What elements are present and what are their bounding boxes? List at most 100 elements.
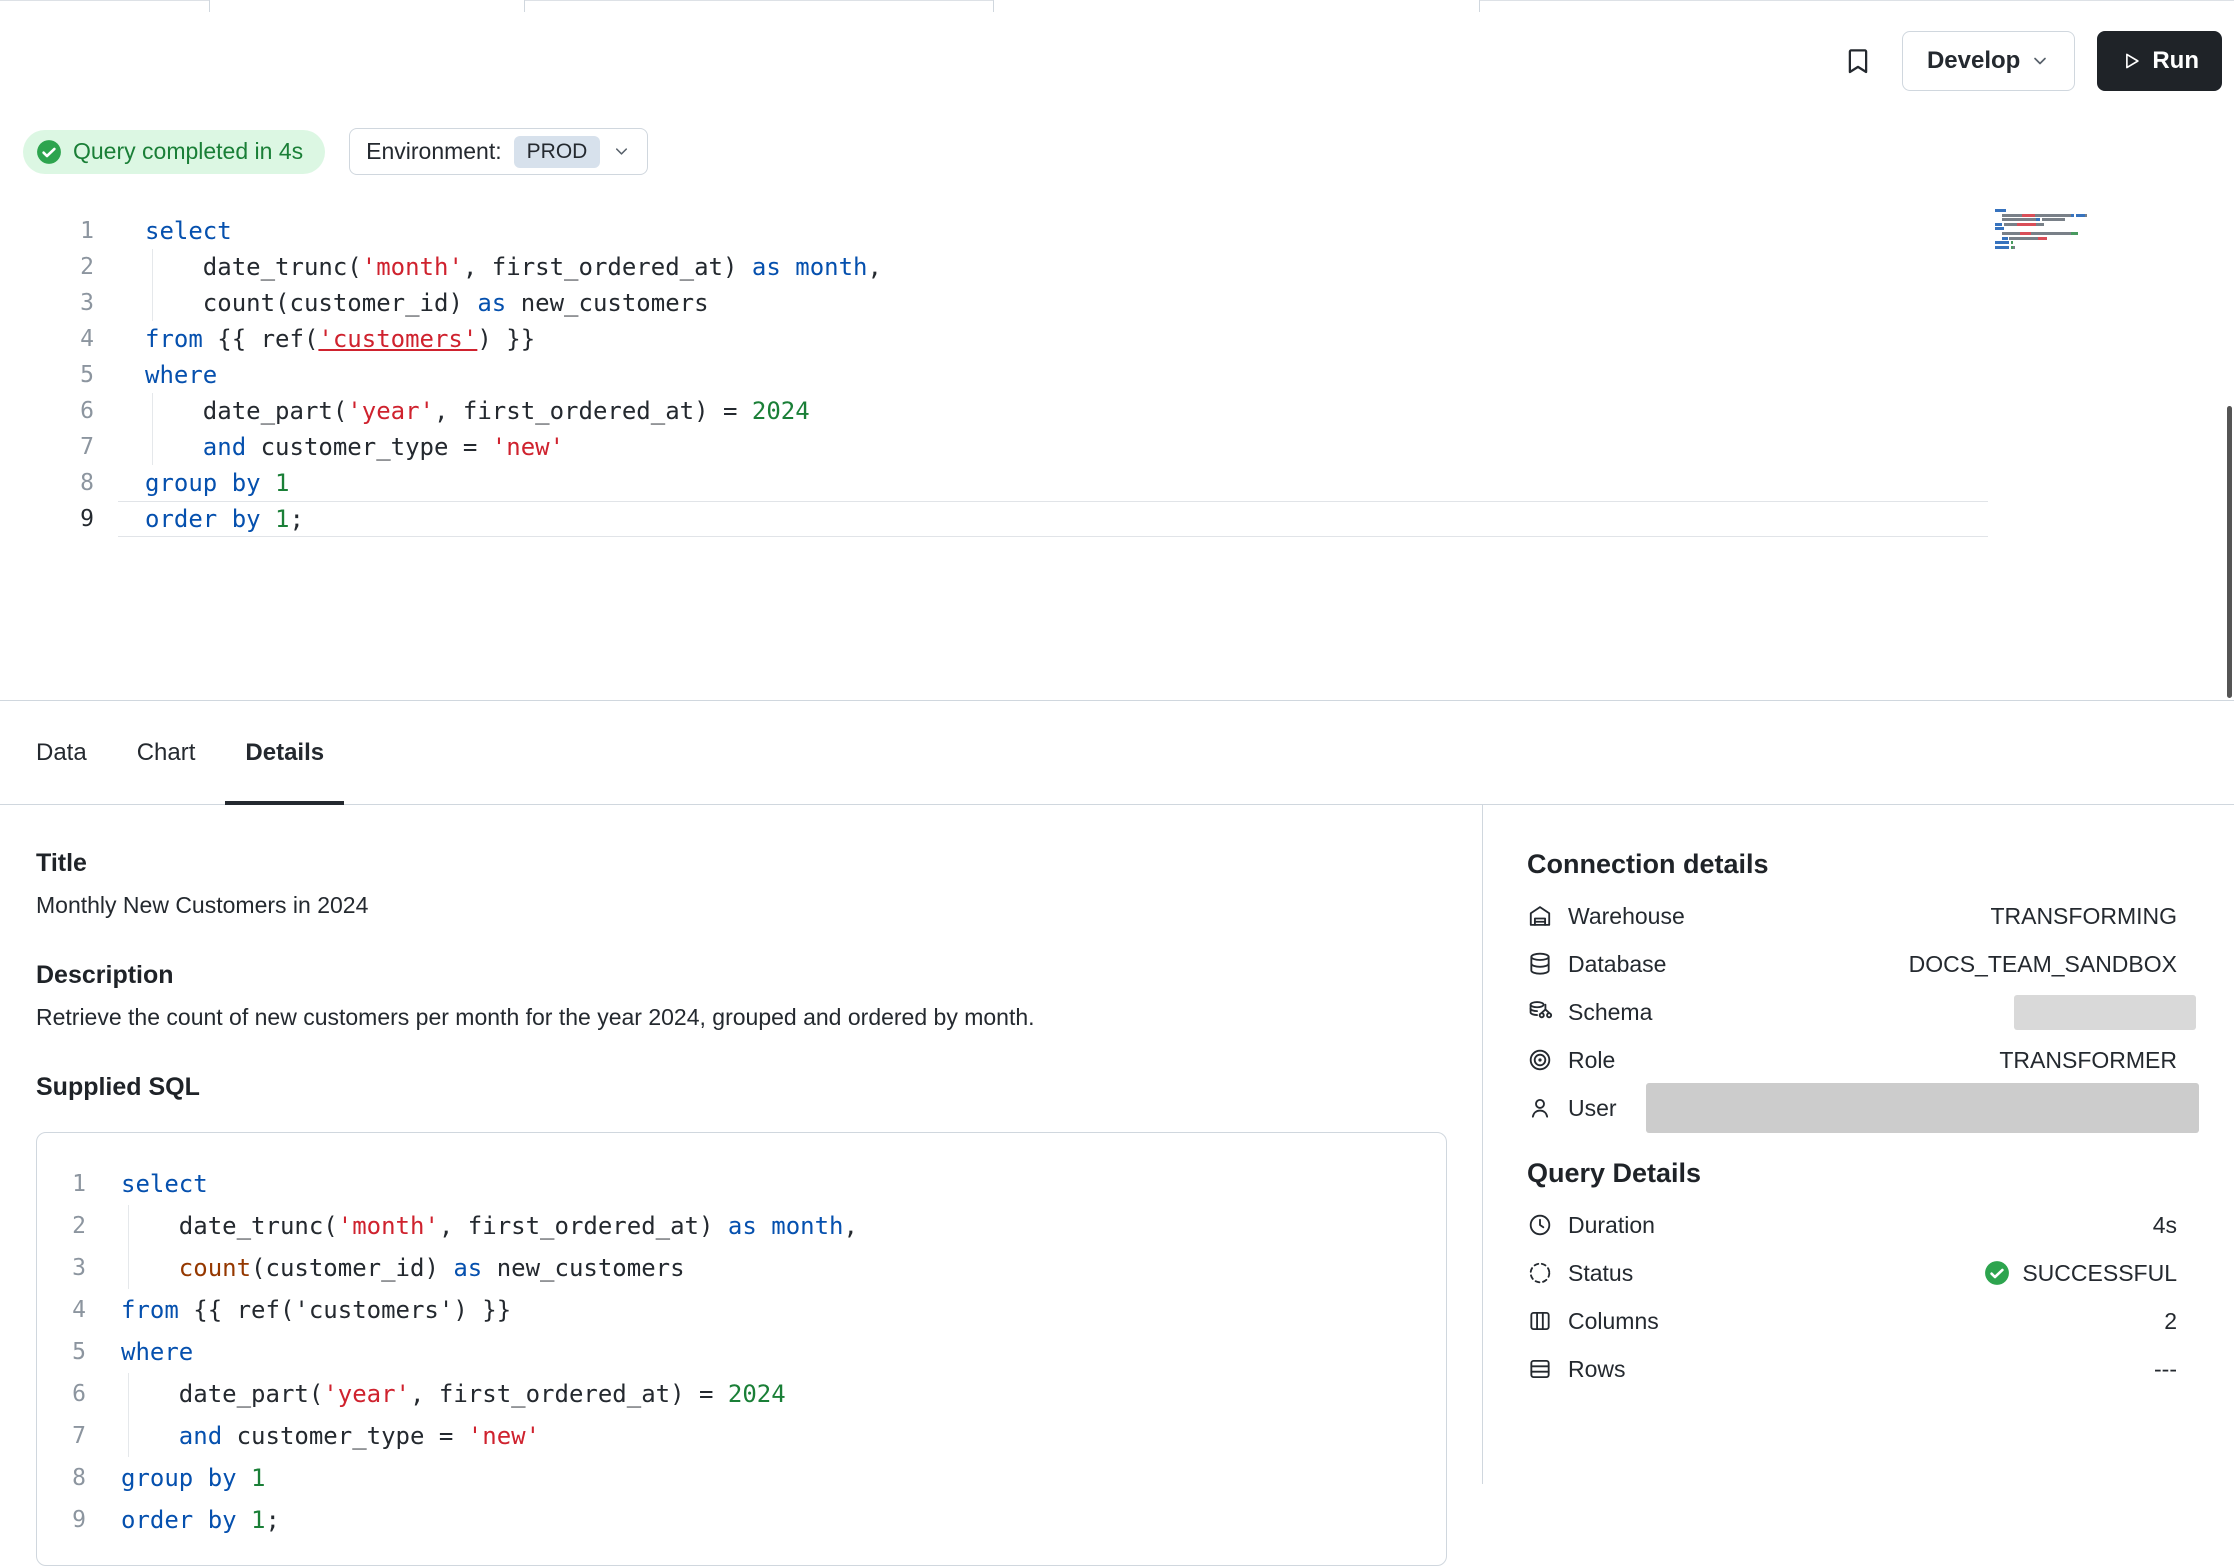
value-text: TRANSFORMING: [1990, 903, 2177, 930]
minimap-token: [2035, 214, 2071, 217]
code-line-7[interactable]: 7 and customer_type = 'new': [0, 429, 2234, 465]
value-text: TRANSFORMER: [1999, 1047, 2177, 1074]
token-kw: from: [121, 1296, 179, 1324]
detail-row-schema: Schema: [1527, 988, 2177, 1036]
editor-minimap[interactable]: [1995, 209, 2095, 250]
detail-row-columns: Columns2: [1527, 1297, 2177, 1345]
token-str: 'new': [468, 1422, 540, 1450]
minimap-token: [2085, 214, 2087, 217]
tab-data[interactable]: Data: [16, 701, 107, 804]
row-label: Schema: [1568, 999, 1652, 1026]
code-text: order by 1;: [145, 501, 304, 537]
minimap-token: [2071, 232, 2078, 235]
environment-selector[interactable]: Environment: PROD: [349, 128, 648, 175]
redacted-value: [2014, 995, 2196, 1030]
chevron-down-icon: [612, 142, 631, 161]
code-text: order by 1;: [121, 1499, 280, 1541]
minimap-token: [2042, 218, 2065, 221]
tab-details[interactable]: Details: [225, 701, 344, 804]
user-icon: [1527, 1095, 1553, 1121]
run-button[interactable]: Run: [2097, 31, 2222, 91]
token-pl: [237, 1464, 251, 1492]
query-status-row: Query completed in 4s Environment: PROD: [0, 128, 2234, 175]
row-value: 2: [2164, 1308, 2177, 1335]
code-line-6[interactable]: 6 date_part('year', first_ordered_at) = …: [0, 393, 2234, 429]
token-pl: ,: [868, 253, 882, 281]
token-pl: , first_ordered_at) =: [410, 1380, 728, 1408]
token-num: 1: [251, 1464, 265, 1492]
minimap-token: [1995, 246, 2009, 249]
line-number: 2: [24, 249, 94, 285]
detail-row-role: RoleTRANSFORMER: [1527, 1036, 2177, 1084]
sql-editor[interactable]: 1select2 date_trunc('month', first_order…: [0, 203, 2234, 701]
supplied-sql-lines: 1select2 date_trunc('month', first_order…: [51, 1163, 1446, 1541]
develop-menu-label: Develop: [1927, 47, 2020, 75]
code-line-4[interactable]: 4from {{ ref('customers') }}: [0, 321, 2234, 357]
token-kw: order by: [121, 1506, 237, 1534]
row-value: ---: [2154, 1356, 2177, 1383]
clock-icon: [1527, 1212, 1553, 1238]
line-number: 6: [51, 1373, 86, 1415]
line-number: 8: [51, 1457, 86, 1499]
code-line-8[interactable]: 8group by 1: [0, 465, 2234, 501]
minimap-token: [2020, 232, 2031, 235]
line-number: 2: [51, 1205, 86, 1247]
token-kw: as: [477, 289, 506, 317]
row-value: TRANSFORMER: [1999, 1047, 2177, 1074]
row-label: Rows: [1568, 1356, 1626, 1383]
row-value: [1646, 1083, 2177, 1133]
code-text: count(customer_id) as new_customers: [145, 285, 709, 321]
code-line-1: 1select: [51, 1163, 1446, 1205]
code-line-5[interactable]: 5where: [0, 357, 2234, 393]
minimap-token: [1995, 241, 2009, 244]
token-str: 'new': [492, 433, 564, 461]
token-kw: select: [121, 1170, 208, 1198]
row-label: Database: [1568, 951, 1666, 978]
detail-row-database: DatabaseDOCS_TEAM_SANDBOX: [1527, 940, 2177, 988]
token-kw: as: [453, 1254, 482, 1282]
code-text: and customer_type = 'new': [145, 429, 564, 465]
code-line-1[interactable]: 1select: [0, 213, 2234, 249]
token-kw: as: [752, 253, 781, 281]
minimap-line: [1995, 232, 2095, 235]
result-tabs: DataChartDetails: [0, 701, 2234, 805]
token-kw: group by: [121, 1464, 237, 1492]
tab-edge: [0, 0, 210, 1]
row-value: 4s: [2153, 1212, 2177, 1239]
rows-icon: [1527, 1356, 1553, 1382]
token-pl: {{ ref(: [179, 1296, 295, 1324]
code-text: count(customer_id) as new_customers: [121, 1247, 685, 1289]
develop-menu-button[interactable]: Develop: [1902, 31, 2075, 91]
detail-row-status: StatusSUCCESSFUL: [1527, 1249, 2177, 1297]
tab-separator: [1479, 0, 1480, 12]
minimap-token: [2022, 214, 2035, 217]
tab-chart[interactable]: Chart: [117, 701, 216, 804]
bookmark-button[interactable]: [1836, 39, 1880, 83]
token-pl: , first_ordered_at) =: [434, 397, 752, 425]
token-bi: count: [203, 289, 275, 317]
token-str: 'year': [347, 397, 434, 425]
row-value: [2014, 995, 2177, 1030]
supplied-sql-heading: Supplied SQL: [36, 1073, 1446, 1102]
token-str: 'month': [362, 253, 463, 281]
code-line-2[interactable]: 2 date_trunc('month', first_ordered_at) …: [0, 249, 2234, 285]
token-pl: date_part(: [145, 397, 347, 425]
page-scrollbar-thumb[interactable]: [2227, 406, 2232, 698]
minimap-token: [2004, 223, 2017, 226]
title-value: Monthly New Customers in 2024: [36, 892, 1446, 919]
code-text: date_trunc('month', first_ordered_at) as…: [145, 249, 882, 285]
token-pl: [121, 1254, 179, 1282]
token-str: 'month': [338, 1212, 439, 1240]
token-pl: [781, 253, 795, 281]
redacted-value: [1646, 1083, 2199, 1133]
token-kw: and: [203, 433, 246, 461]
schema-icon: [1527, 999, 1553, 1025]
token-pl: ,: [844, 1212, 858, 1240]
token-pl: (customer_id): [275, 289, 477, 317]
code-line-9[interactable]: 9order by 1;: [0, 501, 2234, 537]
token-num: 2024: [728, 1380, 786, 1408]
token-num: 1: [275, 505, 289, 533]
code-line-3[interactable]: 3 count(customer_id) as new_customers: [0, 285, 2234, 321]
value-text: SUCCESSFUL: [2022, 1260, 2177, 1287]
code-text: select: [145, 213, 232, 249]
